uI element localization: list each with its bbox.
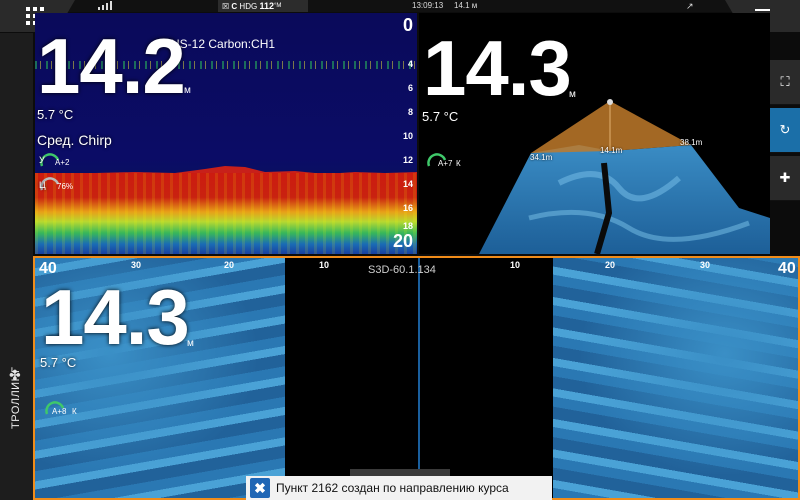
gain-suffix: К: [456, 159, 461, 168]
scale-tick: 10: [402, 131, 413, 141]
sonar-color-control[interactable]: Ц 76%: [39, 175, 73, 193]
structure-scan-depth-value: 14.3: [41, 273, 190, 361]
sonar-temperature: 5.7 °C: [37, 107, 74, 122]
side-mode-strip[interactable]: ✤ ТРОЛЛИНГ: [0, 33, 33, 500]
sonar-3d-gain-control[interactable]: A+7 К: [426, 151, 466, 169]
toast-message: Пункт 2162 создан по направлению курса: [276, 481, 509, 495]
top-status-bar: ☒ C HDG 112°M 13:09:13 14.1 м ↗: [0, 0, 800, 12]
gain-value: A+2: [55, 158, 70, 167]
gain-label: У: [39, 155, 45, 165]
structure-scan-source-label: S3D-60.1.134: [368, 264, 436, 276]
scale-tick: 4: [407, 59, 413, 69]
trolling-mode-label[interactable]: ТРОЛЛИНГ: [10, 367, 22, 430]
scale-tick: 14: [402, 179, 413, 189]
scale-tick: 20: [392, 231, 413, 251]
gain-value: A+7: [438, 159, 453, 168]
hdg-unit: °M: [273, 3, 282, 9]
gain-suffix: К: [72, 407, 77, 416]
sonar-3d-depth-unit: м: [569, 89, 576, 100]
heading-readout[interactable]: ☒ C HDG 112°M: [218, 0, 308, 12]
scale-tick: 12: [402, 155, 413, 165]
waypoint-toast[interactable]: ✖ Пункт 2162 создан по направлению курса: [246, 476, 552, 500]
scale-tick: 18: [402, 221, 413, 231]
sonar-depth-value: 14.2: [37, 22, 186, 110]
depth-tag-right: 38.1m: [680, 138, 703, 147]
structure-scan-right: [553, 258, 798, 498]
sonar-3d-depth-value: 14.3: [423, 24, 572, 112]
topbar-depth: 14.1 м: [454, 1, 478, 10]
scale-tick: 8: [407, 107, 413, 117]
range-tick: 30: [700, 260, 711, 270]
structure-scan-center-line: [418, 258, 420, 498]
clock: 13:09:13: [412, 1, 444, 10]
structure-scan-panel[interactable]: S3D-60.1.134 40 30 20 10 10 20 30 40 14.…: [33, 256, 800, 500]
scale-tick: 6: [407, 83, 413, 93]
signal-bars-icon: [98, 1, 114, 10]
sonar-depth-unit: м: [184, 85, 191, 96]
depth-tag-center: 14.1m: [600, 146, 623, 155]
depth-tag-left: 34.1m: [530, 153, 553, 162]
sonar-bottom-returns: [35, 173, 417, 254]
hdg-label: HDG: [239, 2, 258, 11]
color-label: Ц: [39, 180, 46, 190]
sonar-frequency-mode[interactable]: Сред. Chirp: [37, 132, 112, 148]
structure-scan-temperature: 5.7 °C: [40, 355, 77, 370]
structure-scan-gain-control[interactable]: A+8 К: [44, 399, 84, 417]
range-tick: 10: [510, 260, 521, 270]
scale-tick: 16: [402, 203, 413, 213]
hdg-value: 112: [259, 1, 274, 11]
scale-tick: 0: [402, 15, 413, 35]
sonar-3d-temperature: 5.7 °C: [422, 109, 459, 124]
sonar-3d-panel[interactable]: 34.1m 14.1m 38.1m 14.3 м 5.7 °C A+7 К: [419, 13, 770, 254]
close-x-icon[interactable]: ✖: [250, 478, 270, 498]
range-tick: 20: [224, 260, 235, 270]
hdg-prefix: C: [231, 2, 238, 11]
fullscreen-icon[interactable]: ⛶: [770, 60, 800, 105]
sonar-depth-scale: 0 4 6 8 10 12 14 16 18 20: [391, 13, 415, 254]
sonar-source-label: HS-12 Carbon:CH1: [171, 37, 276, 51]
rotate-icon[interactable]: ↻: [770, 108, 800, 153]
sonar-gain-control[interactable]: У A+2: [39, 151, 69, 169]
range-tick: 10: [319, 260, 330, 270]
range-tick: 30: [131, 260, 142, 270]
satellite-icon: ↗: [686, 1, 694, 11]
sonar-panel[interactable]: HS-12 Carbon:CH1 14.2 м 5.7 °C Сред. Chi…: [35, 13, 417, 254]
range-tick: 20: [605, 260, 616, 270]
hdg-close-icon: ☒: [222, 2, 230, 11]
gain-value: A+8: [52, 407, 67, 416]
toast-notch: [350, 469, 450, 476]
range-tick: 40: [778, 260, 796, 277]
pan-icon[interactable]: ✚: [770, 156, 800, 201]
color-value: 76%: [57, 182, 74, 191]
structure-scan-depth-unit: м: [187, 338, 194, 349]
right-tool-bar: ⛶ ↻ ✚: [770, 60, 800, 210]
